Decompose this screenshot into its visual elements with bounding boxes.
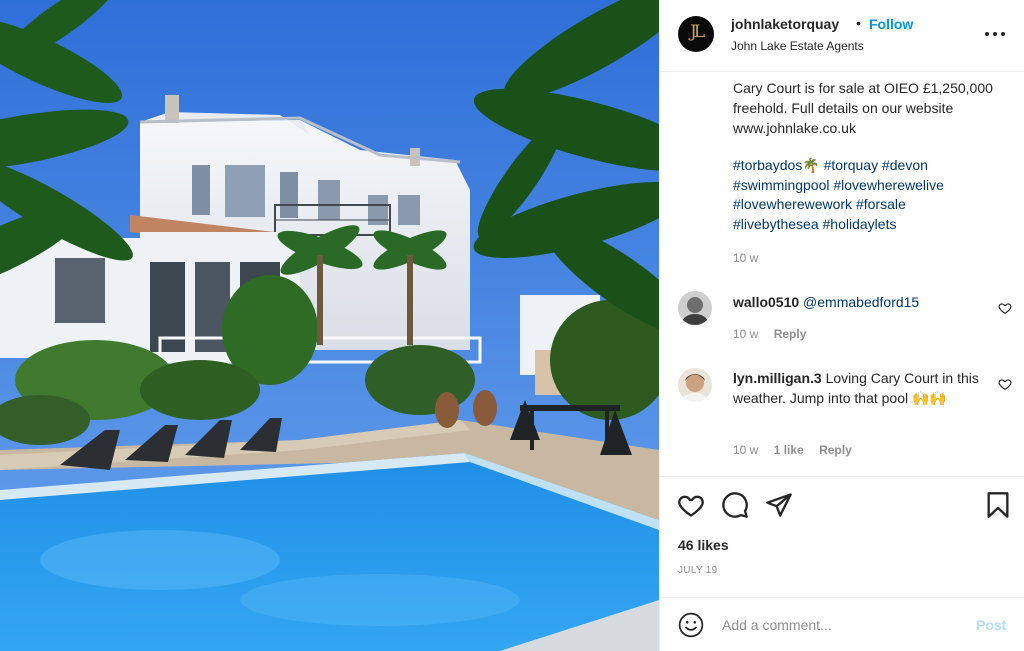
bookmark-icon[interactable] [984, 491, 1012, 519]
ellipsis-icon[interactable] [985, 26, 1005, 42]
caption-age: 10 w [733, 251, 759, 265]
follow-button[interactable]: Follow [869, 16, 913, 32]
comment-age: 10 w [733, 327, 759, 341]
reply-button[interactable]: Reply [819, 443, 852, 457]
comment-meta: 10 w Reply [733, 327, 818, 341]
post-date: JULY 19 [678, 565, 718, 576]
profile-avatar[interactable]: JL [678, 16, 714, 52]
avatar[interactable] [678, 291, 712, 325]
post-photo[interactable] [0, 0, 659, 651]
heart-icon[interactable] [998, 377, 1012, 391]
comment-likes[interactable]: 1 like [774, 443, 804, 457]
add-comment-row: Post [660, 597, 1024, 651]
comment-username[interactable]: lyn.milligan.3 [733, 370, 822, 386]
heart-icon[interactable] [998, 301, 1012, 315]
hashtag-list: #torbaydos🌴 #torquay #devon #swimmingpoo… [733, 156, 1018, 234]
smiley-icon[interactable] [678, 612, 704, 638]
comment: wallo0510 @emmabedford15 [733, 292, 993, 312]
avatar-image [678, 291, 712, 325]
hashtag[interactable]: #livebythesea [733, 216, 819, 232]
avatar-image [678, 368, 712, 402]
avatar[interactable] [678, 368, 712, 402]
post-sidebar: JL johnlaketorquay • Follow John Lake Es… [659, 0, 1024, 651]
separator-dot: • [856, 15, 861, 31]
reply-button[interactable]: Reply [774, 327, 807, 341]
post-username[interactable]: johnlaketorquay [731, 16, 839, 32]
hashtag[interactable]: #torbaydos🌴 [733, 157, 820, 173]
heart-icon[interactable] [677, 491, 705, 519]
post-header: JL johnlaketorquay • Follow John Lake Es… [660, 0, 1024, 72]
comment-age: 10 w [733, 443, 759, 457]
logo-text: JL [689, 22, 705, 42]
post-comment-button[interactable]: Post [976, 617, 1006, 633]
comment-mention[interactable]: @emmabedford15 [803, 294, 919, 310]
comment-meta: 10 w 1 like Reply [733, 443, 864, 457]
hashtag[interactable]: #devon [882, 157, 928, 173]
comment-username[interactable]: wallo0510 [733, 294, 799, 310]
hashtag[interactable]: #forsale [856, 196, 906, 212]
comment-icon[interactable] [721, 491, 749, 519]
villa-pool-image [0, 0, 659, 651]
hashtag[interactable]: #lovewherewework [733, 196, 852, 212]
hashtag[interactable]: #lovewherewelive [833, 177, 944, 193]
account-subtitle[interactable]: John Lake Estate Agents [731, 39, 864, 53]
like-count[interactable]: 46 likes [678, 537, 729, 553]
hashtag[interactable]: #torquay [824, 157, 878, 173]
comment: lyn.milligan.3 Loving Cary Court in this… [733, 368, 993, 408]
hashtag[interactable]: #holidaylets [823, 216, 897, 232]
share-icon[interactable] [765, 491, 793, 519]
hashtag[interactable]: #swimmingpool [733, 177, 829, 193]
post-caption: Cary Court is for sale at OIEO £1,250,00… [733, 80, 993, 136]
action-bar [660, 476, 1024, 530]
comment-input[interactable] [722, 614, 962, 636]
